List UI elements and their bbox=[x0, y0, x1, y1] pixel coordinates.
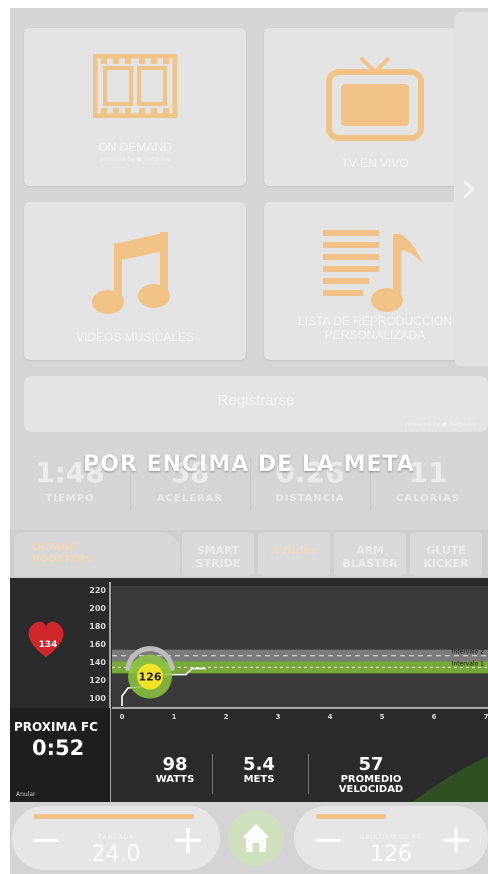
tv-icon bbox=[326, 56, 424, 141]
metric-mets-label: METS bbox=[243, 774, 275, 785]
on-demand-tile[interactable]: ON DEMAND powered by ● Netpulse bbox=[24, 28, 246, 186]
live-tv-tile[interactable]: TV EN VIVO bbox=[264, 28, 486, 186]
stride-increase-button[interactable]: + bbox=[168, 820, 208, 862]
metric-mets-value: 5.4 bbox=[243, 754, 275, 775]
heart-rate-badge: 134 bbox=[39, 640, 58, 650]
chevron-right-icon: › bbox=[460, 162, 478, 213]
next-hr-label: PROXIMA FC bbox=[14, 720, 98, 734]
x-tick-label: 2 bbox=[224, 713, 229, 721]
current-hr-marker: 126 bbox=[125, 646, 175, 699]
metric-avg-speed: 57 PROMEDIO VELOCIDAD bbox=[326, 754, 416, 795]
home-icon bbox=[242, 824, 270, 852]
octane-boosters-bar: OCTANE BOOSTERS SMART STRIDE X Rides ARM… bbox=[10, 530, 488, 578]
metric-watts-value: 98 bbox=[162, 754, 188, 775]
x-tick-label: 0 bbox=[120, 713, 125, 721]
custom-playlist-label: LISTA DE REPRODUCCION PERSONALIZADA bbox=[298, 314, 452, 342]
live-tv-label: TV EN VIVO bbox=[341, 156, 409, 170]
y-tick-label: 140 bbox=[89, 658, 106, 667]
x-tick-label: 3 bbox=[276, 713, 281, 721]
goal-status-message: POR ENCIMA DE LA META bbox=[83, 452, 415, 477]
metric-divider bbox=[308, 754, 309, 794]
stat-speed-label: ACELERAR bbox=[156, 493, 224, 504]
metric-watts-label: WATTS bbox=[155, 774, 195, 785]
booster-smart-stride[interactable]: SMART STRIDE bbox=[182, 532, 254, 576]
next-hr-box: PROXIMA FC 0:52 Anular bbox=[10, 708, 110, 802]
entertainment-panel: ON DEMAND powered by ● Netpulse TV EN VI… bbox=[10, 8, 488, 578]
y-tick-label: 120 bbox=[89, 676, 106, 685]
on-demand-label: ON DEMAND bbox=[98, 140, 172, 154]
zone-label: Intervalo 1 bbox=[452, 660, 485, 667]
netpulse-powered-label: powered by ● Netpulse bbox=[99, 156, 171, 163]
heart-rate-chart-panel: 220 200 180 160 140 120 100 0 1 2 3 4 5 6 7 Intervalo… bbox=[10, 578, 488, 802]
boosters-title: OCTANE BOOSTERS bbox=[14, 532, 180, 576]
y-tick-label: 200 bbox=[89, 604, 106, 613]
next-hr-value: 0:52 bbox=[32, 736, 85, 760]
current-hr-value: 126 bbox=[139, 671, 162, 684]
x-tick-label: 4 bbox=[328, 713, 333, 721]
custom-playlist-tile[interactable]: LISTA DE REPRODUCCION PERSONALIZADA bbox=[264, 202, 486, 360]
stat-distance-label: DISTANCIA bbox=[275, 493, 345, 504]
booster-glute-kicker[interactable]: GLUTE KICKER bbox=[410, 532, 482, 576]
bottom-controls: − ZANCADA 24.0 + − OBJETIVO DE FC 126 + bbox=[10, 802, 488, 874]
metric-watts: 98 WATTS bbox=[140, 754, 210, 785]
panel-swoosh-right bbox=[412, 756, 488, 802]
zone-label: Intervalo 2 bbox=[452, 649, 485, 656]
stride-control: − ZANCADA 24.0 + bbox=[12, 806, 220, 870]
booster-x-rides[interactable]: X Rides bbox=[258, 532, 330, 576]
metric-divider bbox=[212, 754, 213, 794]
next-hr-small-label: Anular bbox=[16, 791, 36, 798]
y-tick-label: 220 bbox=[89, 586, 106, 595]
playlist-icon bbox=[323, 230, 423, 312]
stat-time-label: TIEMPO bbox=[45, 493, 95, 504]
metric-mets: 5.4 METS bbox=[224, 754, 294, 785]
target-hr-control: − OBJETIVO DE FC 126 + bbox=[294, 806, 488, 870]
stat-calories-label: CALORIAS bbox=[396, 493, 460, 504]
metric-avg-speed-value: 57 bbox=[358, 754, 384, 775]
app-screen: ON DEMAND powered by ● Netpulse TV EN VI… bbox=[10, 8, 488, 874]
plot-area bbox=[112, 586, 488, 708]
y-tick-label: 180 bbox=[89, 622, 106, 631]
x-tick-label: 7 bbox=[484, 713, 488, 721]
film-icon bbox=[93, 54, 177, 118]
target-hr-increase-button[interactable]: + bbox=[436, 820, 476, 862]
x-tick-label: 6 bbox=[432, 713, 437, 721]
x-tick-label: 1 bbox=[172, 713, 177, 721]
music-videos-label: VIDEOS MUSICALES bbox=[75, 330, 195, 344]
metric-avg-speed-label: PROMEDIO VELOCIDAD bbox=[338, 774, 404, 795]
register-label: Registrarse bbox=[217, 392, 295, 409]
y-tick-label: 160 bbox=[89, 640, 106, 649]
music-videos-tile[interactable]: VIDEOS MUSICALES bbox=[24, 202, 246, 360]
register-button[interactable]: Registrarse powered by ● Netpulse bbox=[24, 376, 488, 432]
home-button[interactable] bbox=[228, 810, 284, 866]
x-tick-label: 5 bbox=[380, 713, 385, 721]
booster-arm-blaster[interactable]: ARM BLASTER bbox=[334, 532, 406, 576]
y-tick-label: 100 bbox=[89, 694, 106, 703]
next-page-arrow[interactable]: › bbox=[454, 12, 488, 366]
music-note-icon bbox=[92, 232, 170, 314]
register-powered-label: powered by ● Netpulse bbox=[405, 421, 476, 428]
boosters-title-label: OCTANE BOOSTERS bbox=[32, 542, 93, 565]
